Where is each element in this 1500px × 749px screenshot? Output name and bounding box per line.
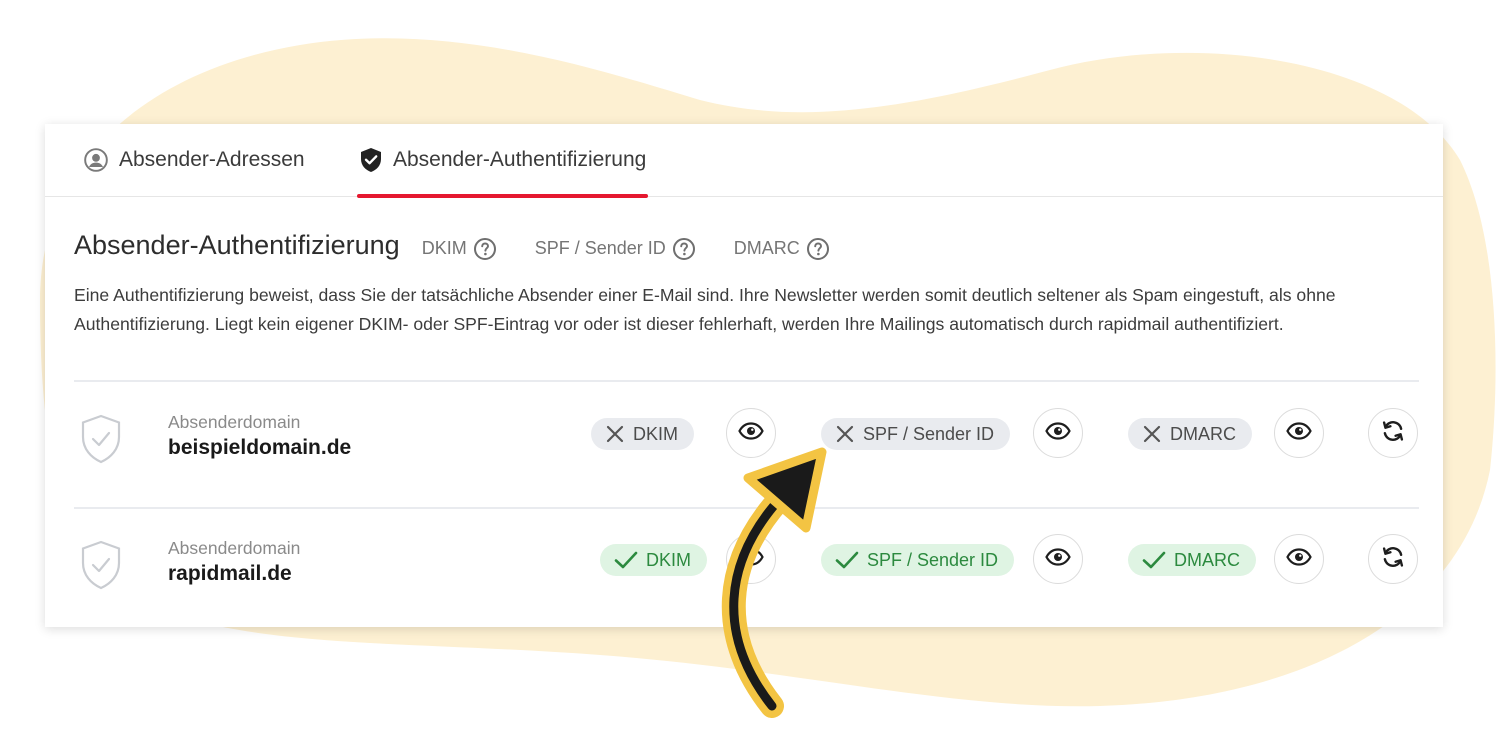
help-icon [806, 237, 830, 261]
dkim-status-badge[interactable]: DKIM [591, 418, 694, 450]
view-dkim-button[interactable] [726, 408, 776, 458]
active-tab-indicator [357, 194, 649, 198]
description-text: Eine Authentifizierung beweist, dass Sie… [74, 285, 1336, 334]
check-icon [835, 550, 859, 570]
badge-label: DMARC [1174, 549, 1240, 570]
view-spf-button[interactable] [1033, 408, 1083, 458]
shield-outline-icon [79, 539, 123, 596]
tab-sender-authentication[interactable]: Absender-Authentifizierung [357, 124, 649, 198]
badge-label: SPF / Sender ID [867, 549, 999, 570]
dmarc-status-badge[interactable]: DMARC [1128, 544, 1256, 576]
help-link-dkim[interactable]: DKIM [422, 237, 497, 261]
cross-icon [1142, 424, 1162, 444]
help-icon [672, 237, 696, 261]
view-spf-button[interactable] [1033, 534, 1083, 584]
section-heading: Absender-Authentifizierung DKIM SPF / Se… [74, 230, 830, 261]
domain-row: Absenderdomain beispieldomain.de DKIM SP… [45, 396, 1443, 506]
shield-check-icon [359, 147, 383, 173]
help-link-spf[interactable]: SPF / Sender ID [535, 237, 696, 261]
dkim-status-badge[interactable]: DKIM [600, 544, 707, 576]
view-dmarc-button[interactable] [1274, 408, 1324, 458]
check-icon [614, 550, 638, 570]
refresh-icon [1380, 418, 1406, 449]
check-icon [1142, 550, 1166, 570]
refresh-icon [1380, 544, 1406, 575]
refresh-button[interactable] [1368, 408, 1418, 458]
domain-name: rapidmail.de [168, 562, 292, 585]
cross-icon [605, 424, 625, 444]
eye-icon [1286, 421, 1312, 445]
domain-name: beispieldomain.de [168, 436, 352, 459]
refresh-button[interactable] [1368, 534, 1418, 584]
domain-label: Absenderdomain [168, 412, 301, 432]
help-link-label: DMARC [733, 238, 800, 258]
eye-icon [738, 421, 764, 445]
help-icon [473, 237, 497, 261]
eye-icon [1286, 547, 1312, 571]
help-link-dmarc[interactable]: DMARC [734, 237, 830, 261]
domain-label: Absenderdomain [168, 538, 301, 558]
spf-status-badge[interactable]: SPF / Sender ID [821, 544, 1015, 576]
user-circle-icon [83, 147, 109, 173]
dmarc-status-badge[interactable]: DMARC [1128, 418, 1252, 450]
tab-label: Absender-Adressen [119, 148, 305, 171]
tab-label: Absender-Authentifizierung [393, 148, 647, 171]
badge-label: DKIM [633, 423, 678, 444]
sender-authentication-card: Absender-Adressen Absender-Authentifizie… [45, 124, 1443, 627]
page-title: Absender-Authentifizierung [74, 230, 400, 260]
shield-outline-icon [79, 413, 123, 470]
view-dmarc-button[interactable] [1274, 534, 1324, 584]
help-link-label: SPF / Sender ID [534, 238, 666, 258]
tab-sender-addresses[interactable]: Absender-Adressen [83, 124, 305, 196]
badge-label: SPF / Sender ID [863, 423, 995, 444]
domain-row: Absenderdomain rapidmail.de DKIM SPF / S… [45, 522, 1443, 632]
cross-icon [835, 424, 855, 444]
badge-label: DMARC [1170, 423, 1236, 444]
spf-status-badge[interactable]: SPF / Sender ID [821, 418, 1011, 450]
help-link-label: DKIM [421, 238, 467, 258]
divider [74, 507, 1419, 509]
eye-icon [1045, 547, 1071, 571]
badge-label: DKIM [646, 549, 691, 570]
eye-icon [1045, 421, 1071, 445]
divider [74, 380, 1419, 382]
eye-icon [738, 547, 764, 571]
tab-bar: Absender-Adressen Absender-Authentifizie… [45, 124, 1443, 198]
view-dkim-button[interactable] [726, 534, 776, 584]
